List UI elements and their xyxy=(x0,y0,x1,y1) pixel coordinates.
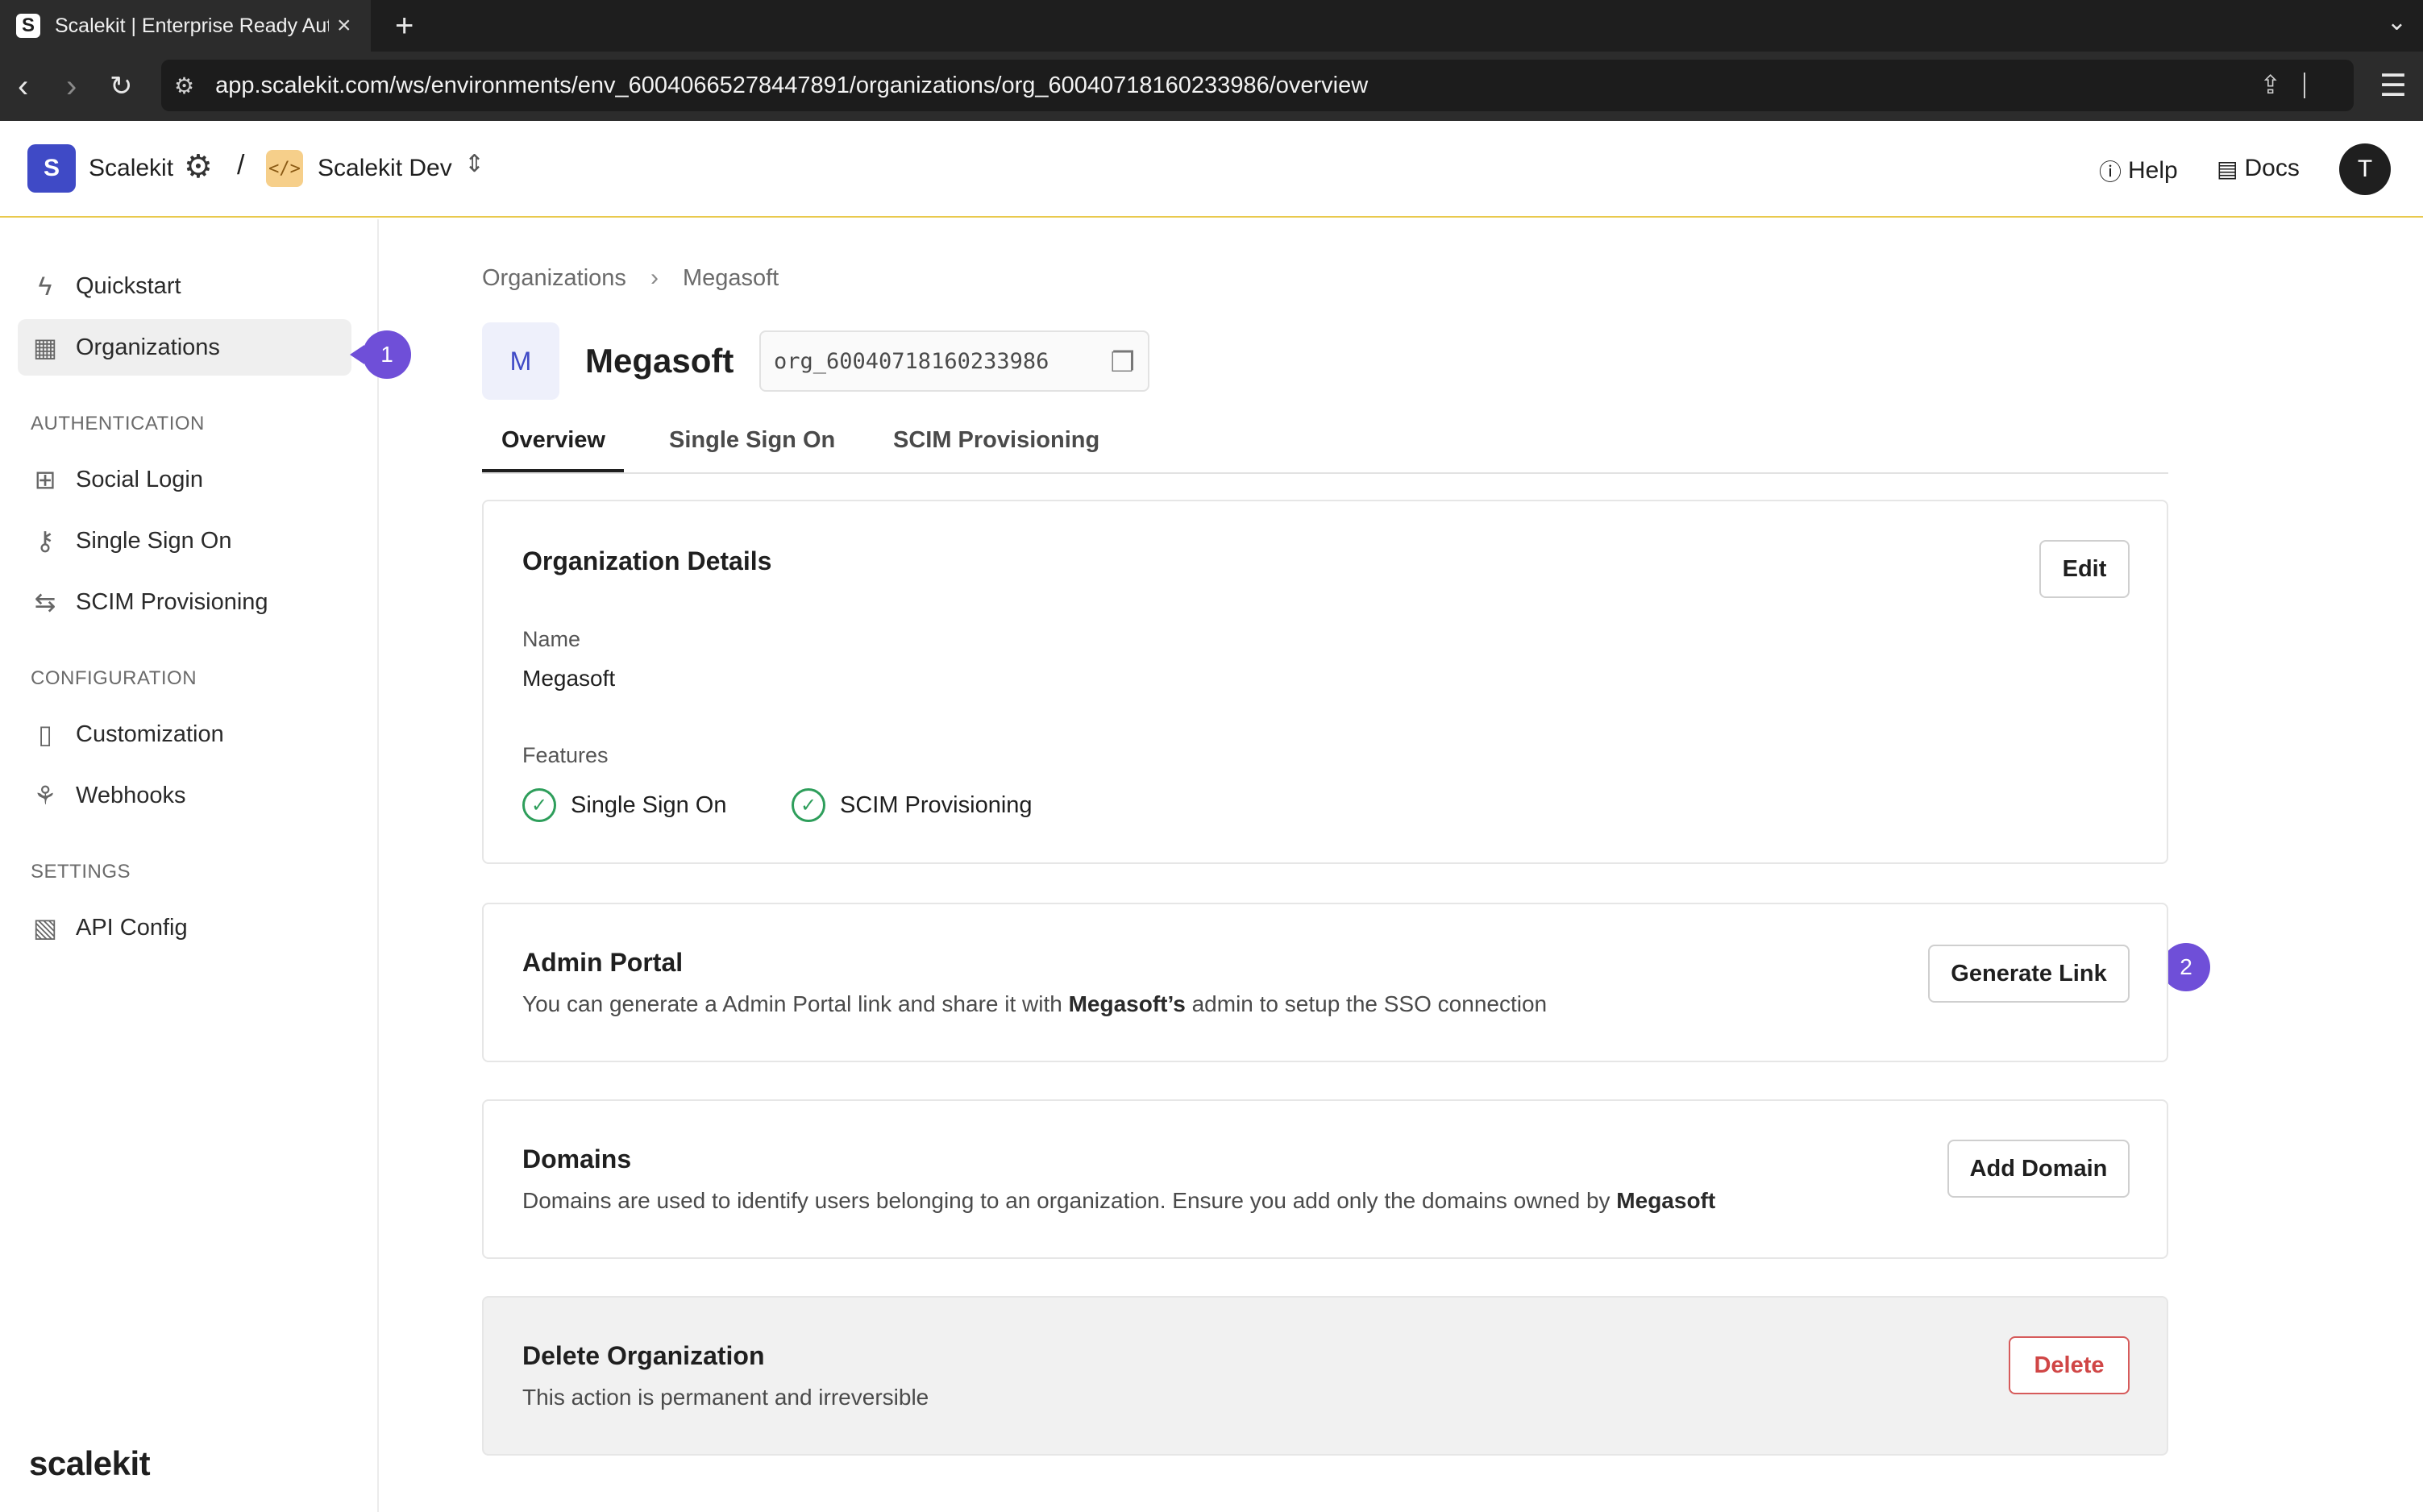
sidebar-item-social-login[interactable]: ⊞ Social Login xyxy=(18,451,351,508)
question-circle-icon: ⓘ xyxy=(2099,160,2122,185)
scalekit-favicon-icon: S xyxy=(16,14,40,38)
url-divider xyxy=(2304,73,2305,98)
scalekit-logo: scalekit xyxy=(29,1444,151,1482)
gear-icon[interactable]: ⚙ xyxy=(184,148,213,185)
sidebar-item-customization[interactable]: ▯ Customization xyxy=(18,706,351,762)
card-description: Domains are used to identify users belon… xyxy=(522,1188,1716,1213)
workspace-name[interactable]: Scalekit xyxy=(89,155,173,182)
chevron-up-down-icon[interactable]: ⇕ xyxy=(464,150,484,178)
check-circle-icon: ✓ xyxy=(792,788,825,822)
environment-name[interactable]: Scalekit Dev xyxy=(318,155,452,182)
browser-tab[interactable]: S Scalekit | Enterprise Ready Auth × xyxy=(0,0,371,52)
admin-portal-card: Admin Portal You can generate a Admin Po… xyxy=(482,903,2168,1062)
name-value: Megasoft xyxy=(522,666,616,691)
grid-icon: ⊞ xyxy=(34,465,56,494)
sidebar-section-authentication: AUTHENTICATION xyxy=(31,413,205,434)
edit-button[interactable]: Edit xyxy=(2039,540,2130,598)
code-icon: </> xyxy=(266,150,303,187)
key-icon: ⚷ xyxy=(35,526,55,555)
org-id-field: org_60040718160233986 ❐ xyxy=(759,330,1149,392)
tab-single-sign-on[interactable]: Single Sign On xyxy=(669,427,835,454)
page-title: Megasoft xyxy=(585,342,734,380)
breadcrumb-current: Megasoft xyxy=(682,264,779,291)
forward-arrow-icon[interactable]: › xyxy=(66,68,77,105)
docs-link[interactable]: ▤ Docs xyxy=(2217,155,2300,182)
header-separator: / xyxy=(237,150,245,181)
menu-icon[interactable]: ☰ xyxy=(2379,68,2407,104)
delete-button[interactable]: Delete xyxy=(2009,1336,2130,1394)
step-badge: 1 xyxy=(350,330,411,379)
tab-overview[interactable]: Overview xyxy=(501,427,605,454)
help-link[interactable]: ⓘ Help xyxy=(2099,155,2178,187)
step-badge: 2 xyxy=(2149,943,2210,991)
sidebar-item-quickstart[interactable]: ϟ Quickstart xyxy=(18,258,351,314)
copy-icon[interactable]: ❐ xyxy=(1111,347,1135,379)
app-header: S Scalekit ⚙ / </> Scalekit Dev ⇕ ⓘ Help… xyxy=(0,121,2423,218)
close-icon[interactable]: × xyxy=(337,12,351,39)
tab-title: Scalekit | Enterprise Ready Auth xyxy=(55,14,329,37)
file-code-icon: ▧ xyxy=(32,913,58,942)
plus-icon[interactable]: + xyxy=(395,6,414,45)
url-text[interactable]: app.scalekit.com/ws/environments/env_600… xyxy=(215,73,1368,99)
card-title: Organization Details xyxy=(522,546,772,575)
card-description: You can generate a Admin Portal link and… xyxy=(522,991,1548,1016)
org-id-value: org_60040718160233986 xyxy=(774,348,1049,374)
card-description: This action is permanent and irreversibl… xyxy=(522,1385,929,1410)
sidebar-item-api-config[interactable]: ▧ API Config xyxy=(18,899,351,956)
webhook-icon: ⚘ xyxy=(33,781,57,810)
arrows-swap-icon: ⇆ xyxy=(34,588,56,617)
share-icon[interactable]: ⇪ xyxy=(2259,69,2281,100)
sidebar-item-organizations[interactable]: ▦ Organizations xyxy=(18,319,351,376)
url-field[interactable]: ⚙ app.scalekit.com/ws/environments/env_6… xyxy=(161,60,2354,111)
site-settings-icon[interactable]: ⚙ xyxy=(174,73,194,99)
tab-scim-provisioning[interactable]: SCIM Provisioning xyxy=(893,427,1099,454)
generate-link-button[interactable]: Generate Link xyxy=(1928,945,2130,1003)
add-domain-button[interactable]: Add Domain xyxy=(1947,1140,2130,1198)
active-tab-indicator xyxy=(482,469,624,472)
breadcrumb: Organizations › Megasoft xyxy=(482,264,779,292)
mouse-icon: ▯ xyxy=(38,720,52,749)
help-label: Help xyxy=(2128,157,2178,184)
tab-bar: Overview Single Sign On SCIM Provisionin… xyxy=(482,419,2168,474)
breadcrumb-organizations[interactable]: Organizations xyxy=(482,265,626,292)
delete-organization-card: Delete Organization This action is perma… xyxy=(482,1296,2168,1456)
card-title: Delete Organization xyxy=(522,1341,765,1370)
building-icon: ▦ xyxy=(32,333,58,362)
chevron-down-icon[interactable]: ⌄ xyxy=(2387,8,2407,36)
book-icon: ▤ xyxy=(2217,156,2238,181)
sidebar-section-settings: SETTINGS xyxy=(31,861,131,883)
back-arrow-icon[interactable]: ‹ xyxy=(18,68,28,105)
sidebar-item-single-sign-on[interactable]: ⚷ Single Sign On xyxy=(18,513,351,569)
feature-single-sign-on: ✓ Single Sign On xyxy=(522,788,726,822)
domains-card: Domains Domains are used to identify use… xyxy=(482,1099,2168,1259)
card-title: Admin Portal xyxy=(522,948,684,977)
sidebar-item-scim-provisioning[interactable]: ⇆ SCIM Provisioning xyxy=(18,574,351,630)
browser-tab-bar: S Scalekit | Enterprise Ready Auth × + ⌄ xyxy=(0,0,2423,52)
sidebar-section-configuration: CONFIGURATION xyxy=(31,667,197,689)
check-circle-icon: ✓ xyxy=(522,788,556,822)
sidebar-item-webhooks[interactable]: ⚘ Webhooks xyxy=(18,767,351,824)
workspace-logo[interactable]: S xyxy=(27,144,76,193)
organization-details-card: Organization Details Edit Name Megasoft … xyxy=(482,500,2168,864)
docs-label: Docs xyxy=(2244,155,2300,181)
org-avatar: M xyxy=(482,322,559,400)
bolt-icon: ϟ xyxy=(38,271,52,301)
user-avatar[interactable]: T xyxy=(2339,143,2391,195)
feature-scim-provisioning: ✓ SCIM Provisioning xyxy=(792,788,1033,822)
name-label: Name xyxy=(522,627,581,651)
features-label: Features xyxy=(522,743,609,767)
browser-address-bar: ‹ › ↻ ⚙ app.scalekit.com/ws/environments… xyxy=(0,52,2423,121)
card-title: Domains xyxy=(522,1144,632,1173)
sidebar: ϟ Quickstart ▦ Organizations AUTHENTICAT… xyxy=(0,219,379,1512)
reload-icon[interactable]: ↻ xyxy=(110,68,133,105)
chevron-right-icon: › xyxy=(650,264,659,291)
